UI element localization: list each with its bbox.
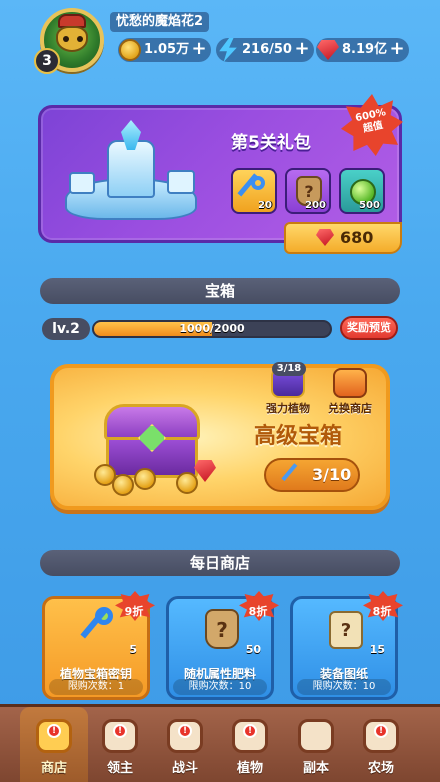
- key-count: 3/10: [312, 465, 352, 484]
- chest-section-header: 宝箱: [40, 278, 400, 304]
- ice-castle-image: [61, 120, 201, 224]
- avatar-eye: [63, 36, 69, 42]
- chest-level-label: lv.2: [42, 318, 90, 340]
- gift-item-key[interactable]: 20: [231, 168, 277, 214]
- nav-tab-label: 战斗: [171, 761, 198, 776]
- gift-item-qty: 200: [305, 200, 326, 211]
- coin-icon: [116, 36, 144, 64]
- nav-tab-plants[interactable]: ! 植物: [219, 713, 281, 782]
- chest-progress-text: 1000/2000: [179, 322, 245, 335]
- plant-count-badge: 3/18: [272, 362, 306, 376]
- discount-tag-label: 9折: [124, 605, 144, 618]
- discount-tag-label: 8折: [372, 605, 392, 618]
- gift-item-qty: 20: [258, 200, 272, 211]
- nav-tab-label: 领主: [106, 761, 133, 776]
- gem-amount: 8.19亿: [342, 42, 388, 57]
- ruby-icon: [316, 229, 334, 246]
- buy-gift-pack-button[interactable]: 680: [284, 222, 402, 254]
- shop-item-blueprint[interactable]: ? 15 装备图纸 限购次数：10 8折: [290, 591, 403, 700]
- bottom-navigation: ! 商店 ! 领主 ! 战斗 ! 植物 副本 ! 农场: [0, 704, 440, 782]
- avatar-face: [56, 26, 88, 52]
- advanced-chest-card[interactable]: 3/18 强力植物 兑换商店 高级宝箱 3/10: [50, 362, 390, 510]
- nav-tab-farm[interactable]: ! 农场: [350, 713, 412, 782]
- battle-icon: !: [167, 719, 203, 753]
- player-name: 忧愁的魔焰花2: [110, 12, 210, 32]
- exchange-shop-button[interactable]: 兑换商店: [320, 368, 380, 416]
- key-icon: [281, 463, 307, 489]
- shop-item-qty: 15: [369, 643, 385, 656]
- alert-badge: !: [47, 724, 61, 738]
- lightning-icon: [214, 36, 242, 64]
- plant-icon: !: [232, 719, 268, 753]
- gem-resource[interactable]: 8.19亿 +: [314, 36, 410, 64]
- farm-icon: !: [363, 719, 399, 753]
- shop-icon: !: [36, 719, 72, 753]
- shop-item-limit: 限购次数：10: [297, 679, 391, 695]
- plant-chest-key-icon: [77, 607, 119, 653]
- gift-pack-title: 第5关礼包: [231, 133, 311, 153]
- shop-stall-icon: [333, 368, 367, 398]
- open-chest-button[interactable]: 3/10: [264, 458, 360, 492]
- energy-amount: 216/50: [242, 42, 292, 57]
- nav-tab-label: 副本: [302, 761, 329, 776]
- nav-tab-label: 植物: [236, 761, 263, 776]
- alert-badge: !: [374, 724, 388, 738]
- nav-tab-dungeon[interactable]: 副本: [285, 713, 347, 782]
- nav-tab-lord[interactable]: ! 领主: [89, 713, 151, 782]
- add-gems-icon[interactable]: +: [389, 38, 405, 62]
- dungeon-icon: [298, 719, 334, 753]
- reward-preview-button[interactable]: 奖励预览: [340, 316, 398, 340]
- alert-badge: !: [113, 724, 127, 738]
- advanced-chest-title: 高级宝箱: [254, 424, 343, 449]
- lord-icon: !: [102, 719, 138, 753]
- level-gift-pack[interactable]: 第5关礼包 20 ? 200 500 600% 超值 680: [38, 94, 403, 254]
- alert-badge: !: [243, 724, 257, 738]
- shop-item-fertilizer[interactable]: ? 50 随机属性肥料 限购次数：10 8折: [166, 591, 279, 700]
- exchange-shop-label: 兑换商店: [328, 402, 372, 415]
- shop-item-chest-key[interactable]: 5 植物宝箱密钥 限购次数：1 9折: [42, 591, 155, 700]
- fertilizer-bag-icon: ?: [201, 607, 243, 653]
- gift-item-qty: 500: [359, 200, 380, 211]
- avatar-eye: [77, 36, 83, 42]
- treasure-chest-image: [94, 398, 224, 498]
- shop-item-qty: 5: [129, 643, 137, 656]
- strong-plants-label: 强力植物: [266, 402, 310, 415]
- shop-item-limit: 限购次数：10: [173, 679, 267, 695]
- ruby-icon: [314, 36, 342, 64]
- nav-tab-label: 商店: [40, 761, 67, 776]
- blueprint-scroll-icon: ?: [325, 607, 367, 653]
- add-coins-icon[interactable]: +: [191, 38, 207, 62]
- shop-item-limit: 限购次数：1: [49, 679, 143, 695]
- gift-item-bag[interactable]: ? 200: [285, 168, 331, 214]
- player-level-badge: 3: [34, 48, 60, 74]
- discount-tag-label: 8折: [248, 605, 268, 618]
- coin-amount: 1.05万: [144, 42, 190, 57]
- shop-item-qty: 50: [245, 643, 261, 656]
- energy-resource[interactable]: 216/50 +: [216, 38, 314, 62]
- nav-tab-shop[interactable]: ! 商店: [23, 713, 85, 782]
- gift-pack-price: 680: [340, 228, 374, 247]
- daily-shop-header: 每日商店: [40, 550, 400, 576]
- nav-tab-battle[interactable]: ! 战斗: [154, 713, 216, 782]
- add-energy-icon[interactable]: +: [294, 38, 310, 62]
- strong-plants-button[interactable]: 3/18 强力植物: [258, 362, 318, 416]
- gift-item-orb[interactable]: 500: [339, 168, 385, 214]
- coin-resource[interactable]: 1.05万 +: [116, 36, 212, 64]
- nav-tab-label: 农场: [367, 761, 394, 776]
- alert-badge: !: [178, 724, 192, 738]
